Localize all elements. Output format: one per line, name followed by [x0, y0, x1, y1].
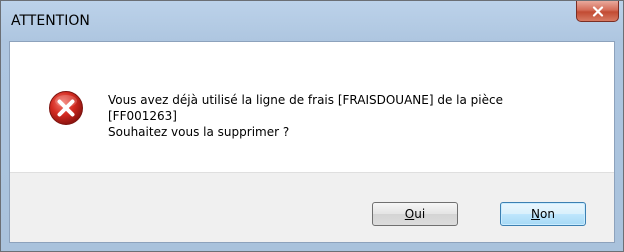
yes-button[interactable]: Oui: [372, 202, 458, 226]
button-bar: Oui Non: [10, 172, 614, 242]
yes-button-label: ui: [414, 207, 426, 221]
message-line-1: Vous avez déjà utilisé la ligne de frais…: [108, 93, 503, 107]
dialog-body: Vous avez déjà utilisé la ligne de frais…: [9, 41, 615, 243]
no-button[interactable]: Non: [500, 202, 586, 226]
window-title: ATTENTION: [11, 13, 90, 29]
yes-button-mnemonic: O: [404, 207, 415, 221]
message-line-2: [FF001263]: [108, 109, 177, 123]
close-button[interactable]: [576, 1, 619, 22]
close-icon: [592, 5, 603, 17]
no-button-mnemonic: N: [531, 207, 541, 221]
message-line-3: Souhaitez vous la supprimer ?: [108, 125, 290, 139]
title-bar[interactable]: ATTENTION: [1, 1, 623, 41]
message-text: Vous avez déjà utilisé la ligne de frais…: [108, 92, 608, 140]
error-icon: [48, 90, 84, 126]
no-button-label: on: [540, 207, 555, 221]
dialog-window: ATTENTION Vous avez déjà utilisé la lign…: [0, 0, 624, 252]
